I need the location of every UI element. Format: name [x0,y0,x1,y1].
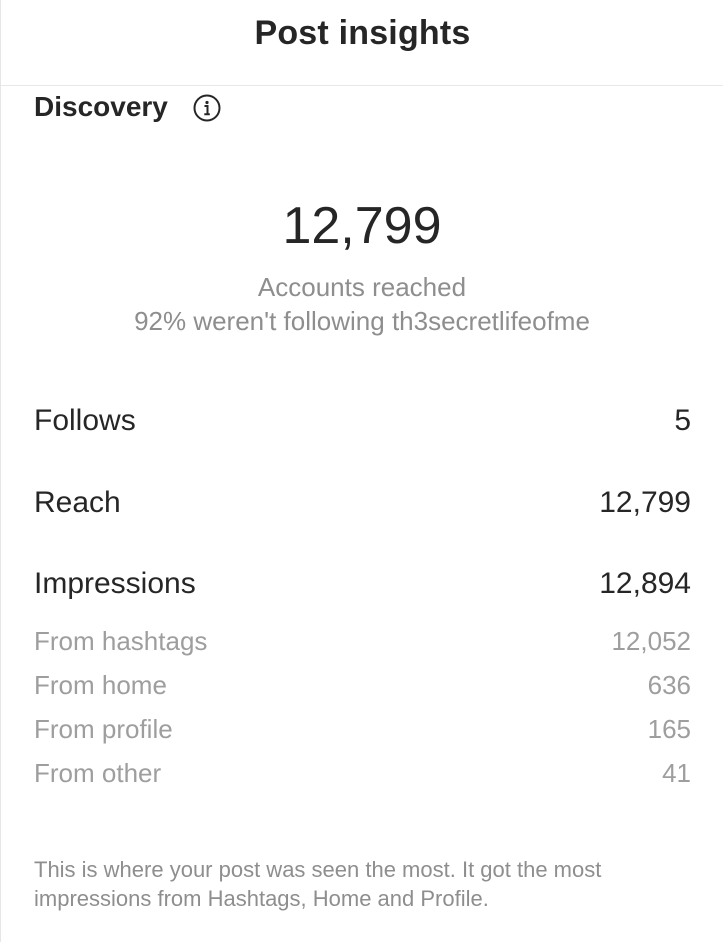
source-label: From other [34,758,162,788]
header-bar: Post insights [1,0,723,86]
source-label: From hashtags [34,626,208,656]
source-value: 636 [647,670,691,700]
impression-source-row: From home 636 [34,670,691,701]
info-icon[interactable] [192,93,222,123]
impressions-row: Impressions 12,894 [34,567,691,601]
insights-summary-note: This is where your post was seen the mos… [34,857,602,911]
accounts-reached-count: 12,799 [282,197,442,255]
source-value: 12,052 [611,626,691,656]
discovery-section-header: Discovery [34,90,222,130]
reach-value: 12,799 [599,486,691,519]
follows-value: 5 [674,404,691,437]
follows-row: Follows 5 [34,404,691,438]
page-title: Post insights [254,14,471,52]
post-insights-page: Post insights Discovery 12,799 Accounts … [0,0,723,942]
accounts-reached-label: Accounts reached [257,272,467,302]
source-label: From profile [34,714,173,744]
source-label: From home [34,670,167,700]
impression-source-row: From profile 165 [34,714,691,745]
follows-label: Follows [34,404,136,437]
impressions-value: 12,894 [599,567,691,600]
source-value: 41 [662,758,691,788]
reach-label: Reach [34,486,121,519]
impression-source-row: From other 41 [34,758,691,789]
impressions-label: Impressions [34,567,196,600]
source-value: 165 [647,714,691,744]
impression-source-row: From hashtags 12,052 [34,626,691,657]
not-following-text: 92% weren't following th3secretlifeofme [134,306,590,336]
discovery-title: Discovery [34,91,168,122]
reach-row: Reach 12,799 [34,486,691,520]
